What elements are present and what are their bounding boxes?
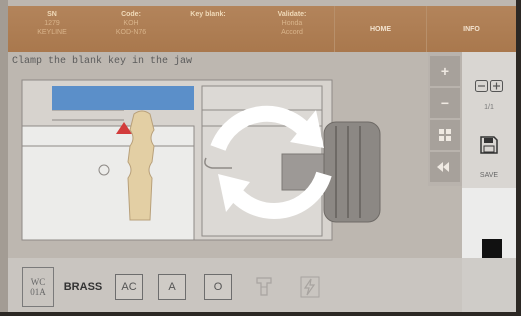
a-label: A — [158, 274, 186, 300]
stop-square-icon[interactable] — [482, 239, 502, 259]
ac-button[interactable]: AC — [112, 267, 146, 307]
grid-icon — [439, 129, 451, 141]
wc-01a-button[interactable]: WC 01A — [22, 267, 54, 307]
header-sn-value1: 1279 — [44, 20, 60, 27]
header-sn: SN 1279 KEYLINE — [8, 6, 96, 52]
clamp-jaw-illustration — [21, 79, 381, 241]
lightning-icon — [300, 276, 320, 298]
instruction-message: Clamp the blank key in the jaw — [12, 56, 193, 67]
header-sn-value2: KEYLINE — [37, 29, 67, 36]
header-validate-value1: Honda — [281, 20, 303, 27]
bottom-toolbar: WC 01A BRASS AC A O — [8, 258, 464, 316]
zoom-out-button[interactable]: − — [430, 88, 460, 118]
key-blank — [127, 110, 155, 221]
screen-bezel-left — [0, 0, 8, 316]
home-button[interactable]: HOME — [334, 6, 426, 52]
zoom-in-button[interactable]: + — [430, 56, 460, 86]
clamp-knob[interactable] — [323, 121, 381, 223]
grid-button[interactable] — [430, 120, 460, 150]
wc-label-bottom: 01A — [30, 287, 46, 297]
screen-bezel-right — [516, 0, 521, 316]
zoom-toolbar: + − — [428, 52, 462, 186]
header-code: Code: KOH KOD-N76 — [96, 6, 166, 52]
page-indicator: 1/1 — [484, 104, 494, 111]
cutter-button[interactable] — [244, 267, 284, 307]
page-nav-icon[interactable] — [475, 80, 503, 92]
header-validate-value2: Accord — [281, 29, 303, 36]
o-label: O — [204, 274, 232, 300]
header-bar: SN 1279 KEYLINE Code: KOH KOD-N76 Key bl… — [8, 6, 516, 52]
floppy-disk-icon[interactable] — [480, 136, 498, 154]
a-button[interactable]: A — [152, 267, 192, 307]
info-button[interactable]: INFO — [426, 6, 516, 52]
o-button[interactable]: O — [198, 267, 238, 307]
power-button[interactable] — [290, 267, 330, 307]
header-code-label: Code: — [121, 11, 141, 18]
header-validate: Validate: Honda Accord — [250, 6, 334, 52]
header-code-value2: KOD-N76 — [115, 29, 147, 36]
screen: SN 1279 KEYLINE Code: KOH KOD-N76 Key bl… — [0, 0, 521, 316]
wc-label-top: WC — [30, 277, 46, 287]
back-arrow-button[interactable] — [430, 152, 460, 182]
ac-label: AC — [115, 274, 143, 300]
material-brass-button[interactable]: BRASS — [60, 267, 106, 307]
save-label[interactable]: SAVE — [462, 172, 516, 179]
header-code-value1: KOH — [123, 20, 139, 27]
header-validate-label: Validate: — [277, 11, 307, 18]
header-key-blank: Key blank: — [166, 6, 250, 52]
header-key-blank-label: Key blank: — [190, 11, 226, 18]
bottom-right-panel — [462, 258, 516, 316]
screen-bezel-bottom — [0, 312, 521, 316]
header-sn-label: SN — [47, 11, 57, 18]
rewind-icon — [437, 162, 449, 172]
blade-guide-bar — [52, 86, 194, 110]
cutter-icon — [256, 277, 272, 296]
